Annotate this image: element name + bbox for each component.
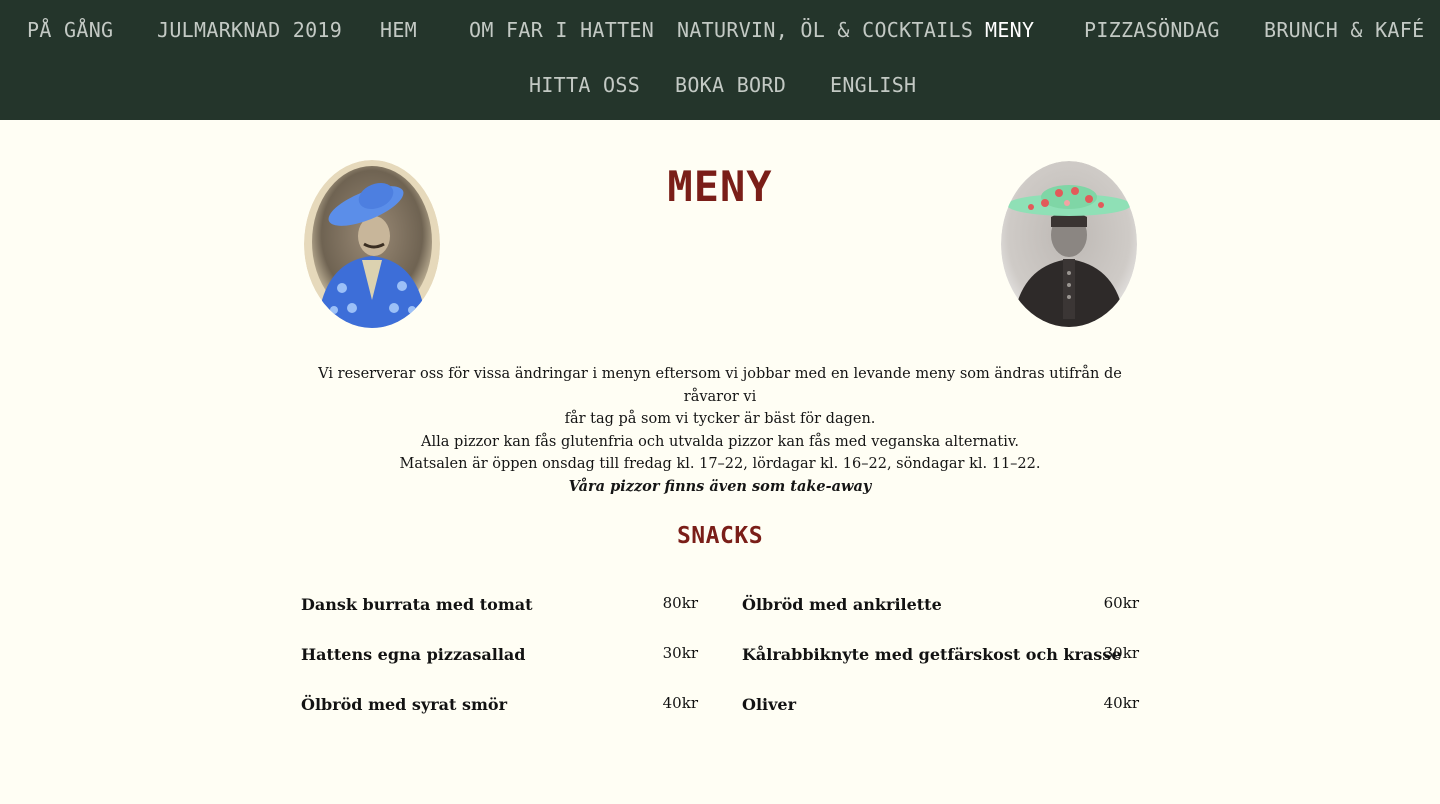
nav-item-english[interactable]: ENGLISH <box>830 73 916 97</box>
nav-item-julmarknad[interactable]: JULMARKNAD 2019 <box>157 18 342 42</box>
intro-line: Matsalen är öppen onsdag till fredag kl.… <box>399 456 1041 473</box>
nav-item-pa-gang[interactable]: PÅ GÅNG <box>27 18 113 42</box>
nav-item-meny[interactable]: MENY <box>985 18 1034 42</box>
menu-item-name: Ölbröd med ankrilette <box>742 595 942 614</box>
menu-item-price: 60kr <box>1103 594 1139 612</box>
menu-item-price: 30kr <box>1103 644 1139 662</box>
nav-item-naturvin[interactable]: NATURVIN, ÖL & COCKTAILS <box>677 18 973 42</box>
menu-item: Ölbröd med syrat smör 40kr <box>301 692 698 718</box>
menu-item-price: 80kr <box>662 594 698 612</box>
menu-item: Hattens egna pizzasallad 30kr <box>301 642 698 668</box>
intro-line: Alla pizzor kan fås glutenfria och utval… <box>421 433 1019 450</box>
menu-item-price: 40kr <box>662 694 698 712</box>
nav-item-hem[interactable]: HEM <box>380 18 417 42</box>
menu-item: Oliver 40kr <box>742 692 1139 718</box>
menu-item: Dansk burrata med tomat 80kr <box>301 592 698 618</box>
menu-item-price: 30kr <box>662 644 698 662</box>
nav-item-brunch-kafe[interactable]: BRUNCH & KAFÉ <box>1264 18 1424 42</box>
page-title: MENY <box>667 162 773 211</box>
menu-item-price: 40kr <box>1103 694 1139 712</box>
menu-item-name: Hattens egna pizzasallad <box>301 645 526 664</box>
menu-item: Ölbröd med ankrilette 60kr <box>742 592 1139 618</box>
menu-item-name: Ölbröd med syrat smör <box>301 695 508 714</box>
woman-flower-hat-portrait-icon <box>1001 161 1137 327</box>
intro-line: får tag på som vi tycker är bäst för dag… <box>564 411 876 428</box>
menu-item-name: Oliver <box>742 695 796 714</box>
nav-item-hitta-oss[interactable]: HITTA OSS <box>529 73 640 97</box>
menu-item-name: Kålrabbiknyte med getfärskost och krasse <box>742 645 1122 664</box>
take-away-note: Våra pizzor finns även som take-away <box>568 477 872 495</box>
menu-item: Kålrabbiknyte med getfärskost och krasse… <box>742 642 1139 668</box>
intro-line: Vi reserverar oss för vissa ändringar i … <box>318 366 1122 405</box>
nav-item-boka-bord[interactable]: BOKA BORD <box>675 73 786 97</box>
nav-item-om-far-i-hatten[interactable]: OM FAR I HATTEN <box>469 18 654 42</box>
menu-intro-text: Vi reserverar oss för vissa ändringar i … <box>300 363 1140 499</box>
menu-item-name: Dansk burrata med tomat <box>301 595 533 614</box>
main-navigation: PÅ GÅNG JULMARKNAD 2019 HEM OM FAR I HAT… <box>0 0 1440 120</box>
nav-item-pizzasondag[interactable]: PIZZASÖNDAG <box>1084 18 1220 42</box>
section-title-snacks: SNACKS <box>676 523 764 549</box>
